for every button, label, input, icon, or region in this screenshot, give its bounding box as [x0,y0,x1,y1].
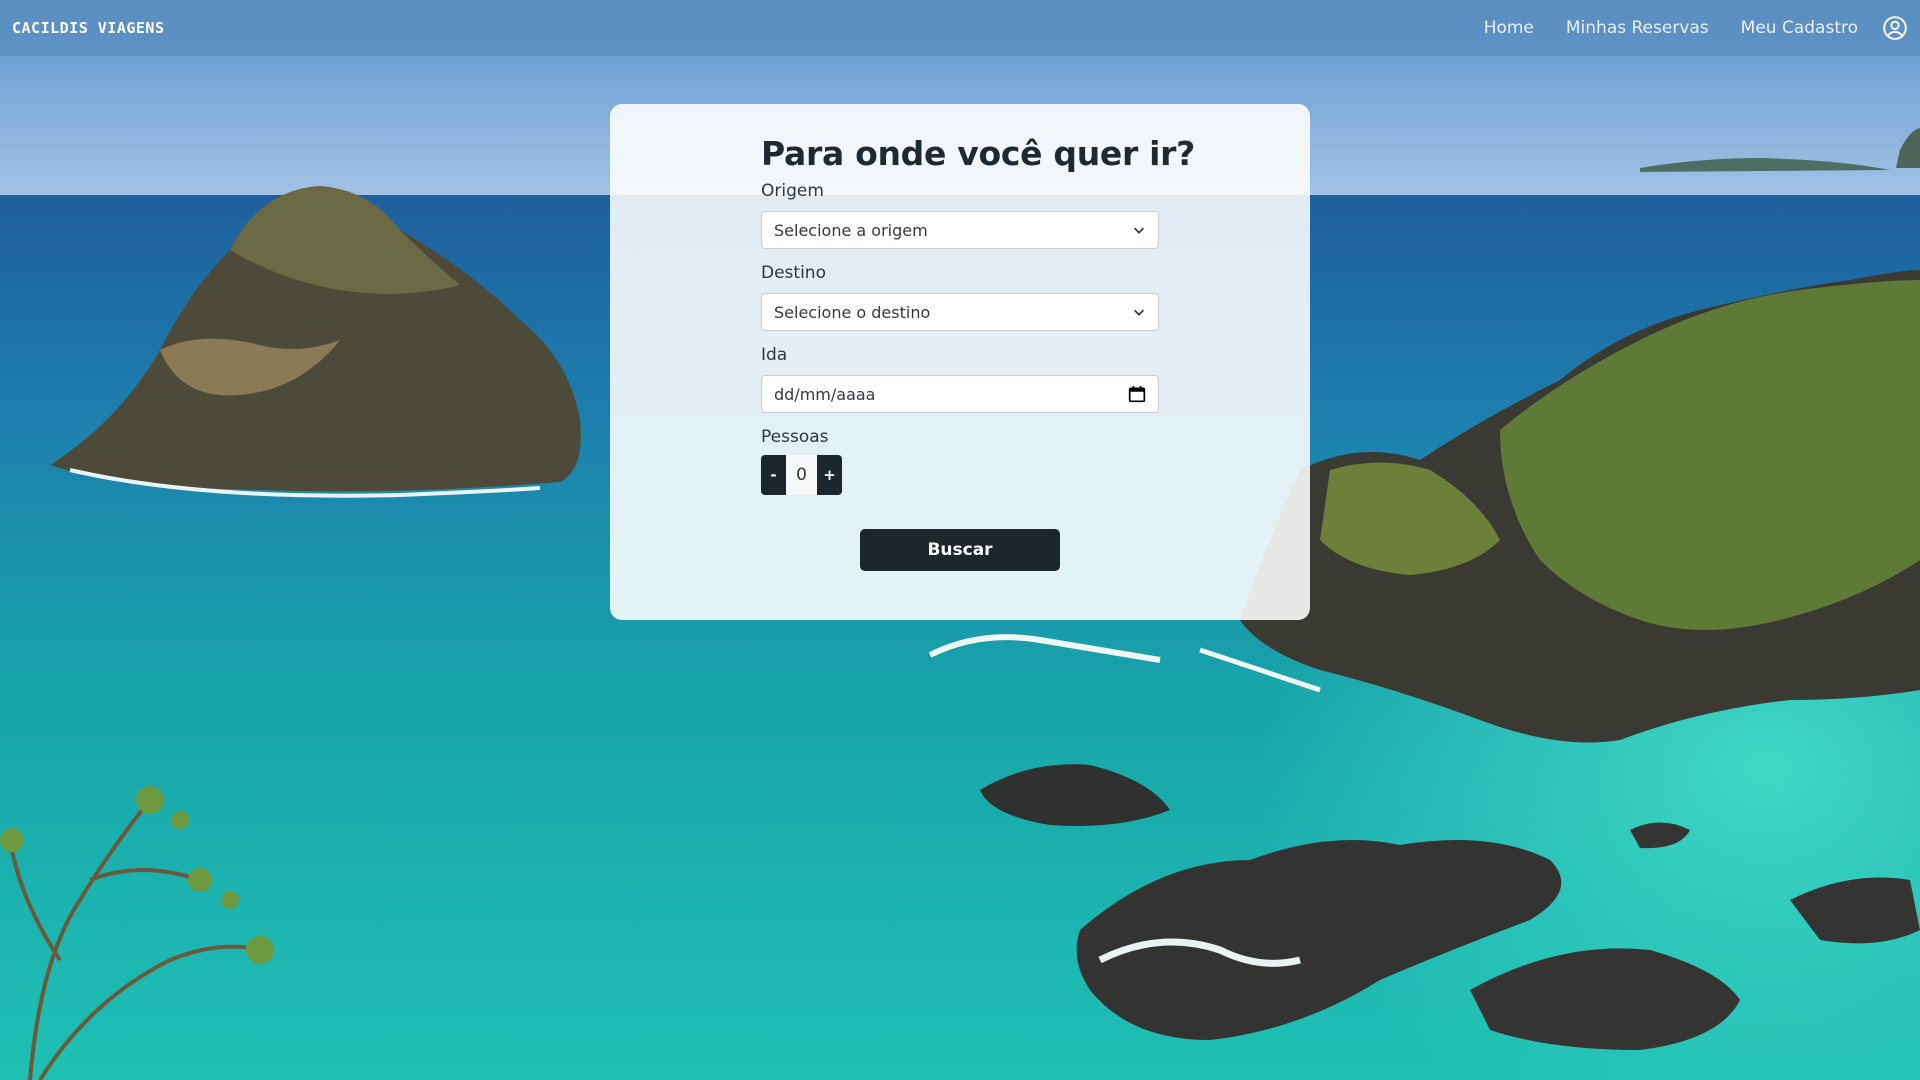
top-navbar: CACILDIS VIAGENS Home Minhas Reservas Me… [0,0,1920,56]
brand-logo[interactable]: CACILDIS VIAGENS [12,19,165,37]
search-button[interactable]: Buscar [860,529,1060,571]
departure-date-placeholder: dd/mm/aaaa [774,384,876,404]
calendar-icon[interactable] [1128,385,1146,403]
decrement-people-button[interactable]: - [761,455,786,495]
chevron-down-icon [1134,227,1144,234]
search-form: Para onde você quer ir? Origem Selecione… [761,134,1195,571]
search-title: Para onde você quer ir? [761,134,1195,173]
people-label: Pessoas [761,427,829,447]
destination-select[interactable]: Selecione o destino [761,293,1159,331]
search-card: Para onde você quer ir? Origem Selecione… [610,104,1310,620]
departure-date-input[interactable]: dd/mm/aaaa [761,375,1159,413]
origin-label: Origem [761,181,824,201]
destination-label: Destino [761,263,826,283]
departure-label: Ida [761,345,788,365]
nav-link-minhas-reservas[interactable]: Minhas Reservas [1566,18,1709,38]
increment-people-button[interactable]: + [817,455,842,495]
nav-link-home[interactable]: Home [1484,18,1534,38]
people-count[interactable]: 0 [786,455,817,495]
origin-select[interactable]: Selecione a origem [761,211,1159,249]
origin-select-value: Selecione a origem [774,220,928,240]
people-stepper: - 0 + [761,455,1159,495]
nav-links: Home Minhas Reservas Meu Cadastro [1452,15,1908,41]
user-circle-icon[interactable] [1882,15,1908,41]
nav-link-meu-cadastro[interactable]: Meu Cadastro [1741,18,1858,38]
chevron-down-icon [1134,309,1144,316]
destination-select-value: Selecione o destino [774,302,931,322]
